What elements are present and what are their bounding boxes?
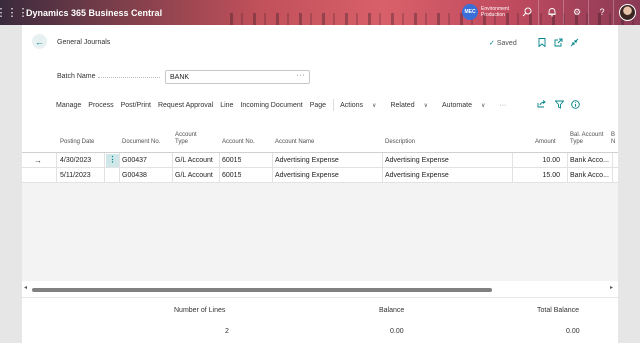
filter-icon[interactable] [554,98,564,110]
more-options-button[interactable]: ··· [499,102,506,109]
app-title[interactable]: Dynamics 365 Business Central [26,8,162,18]
cell-description[interactable]: Advertising Expense [385,168,449,183]
row-menu-icon[interactable]: ⋮ [106,154,119,167]
journal-lines-grid: Posting Date Document No. Account Type Ac… [22,129,618,183]
totals-footer: Number of Lines 2 Balance 0.00 Total Bal… [22,297,618,343]
cell-account-type[interactable]: G/L Account [175,153,213,168]
cell-account-no[interactable]: 60015 [222,168,241,183]
total-balance-label: Total Balance [537,307,580,314]
balance-value: 0.00 [390,328,404,335]
avatar[interactable] [619,4,636,21]
info-icon[interactable] [570,98,580,110]
help-icon[interactable]: ? [595,5,609,19]
chevron-down-icon: ∨ [423,102,428,109]
page-title: General Journals [57,39,111,46]
row-arrow-icon: → [34,156,42,165]
col-account-name[interactable]: Account Name [275,139,314,146]
grid-empty-area [22,183,618,281]
cell-description[interactable]: Advertising Expense [385,153,449,168]
cell-document-no[interactable]: G00437 [122,153,147,168]
menu-actions[interactable]: Actions ∨ [340,102,383,109]
grid-header: Posting Date Document No. Account Type Ac… [22,129,618,153]
scroll-left-icon[interactable]: ◂ [24,284,27,291]
chevron-down-icon: ∨ [372,102,377,109]
cell-bal-account-type[interactable]: Bank Acco... [570,153,612,168]
batch-name-label: Batch Name [57,73,96,80]
cell-amount[interactable]: 10.00 [515,153,560,168]
collapse-icon[interactable] [569,37,579,47]
col-document-no[interactable]: Document No. [122,139,160,146]
number-of-lines-label: Number of Lines [174,307,226,314]
menu-related[interactable]: Related ∨ [390,102,435,109]
col-posting-date[interactable]: Posting Date [60,139,94,146]
top-bar: ⋮⋮⋮ Dynamics 365 Business Central MEC En… [0,0,640,25]
action-post-print[interactable]: Post/Print [121,102,151,109]
table-row[interactable]: → 4/30/2023 ⋮ G00437 G/L Account 60015 A… [22,153,618,168]
cell-bal-account-type[interactable]: Bank Acco... [570,168,612,183]
cell-posting-date[interactable]: 4/30/2023 [60,153,91,168]
share-icon[interactable] [536,98,546,110]
action-incoming-document[interactable]: Incoming Document [240,102,302,109]
balance-label: Balance [379,307,405,314]
checkmark-icon: ✓ [489,40,495,47]
col-description[interactable]: Description [385,139,415,146]
bookmark-icon[interactable] [537,37,547,47]
col-bal-account-type[interactable]: Bal. Account Type [570,132,603,146]
general-journals-page: ← General Journals ✓ Saved Batch Name BAN… [22,25,618,343]
number-of-lines-value: 2 [225,328,229,335]
gear-icon[interactable]: ⚙ [570,5,584,19]
cell-account-no[interactable]: 60015 [222,153,241,168]
cell-document-no[interactable]: G00438 [122,168,147,183]
action-manage[interactable]: Manage [56,102,81,109]
col-bal-account-no[interactable]: BN [611,132,615,146]
table-row[interactable]: 5/11/2023 G00438 G/L Account 60015 Adver… [22,168,618,183]
back-arrow-icon[interactable]: ← [32,34,47,49]
search-icon[interactable] [520,5,534,19]
action-bar: Manage Process Post/Print Request Approv… [56,96,513,114]
cell-posting-date[interactable]: 5/11/2023 [60,168,91,183]
col-account-no[interactable]: Account No. [222,139,255,146]
total-balance-value: 0.00 [566,328,580,335]
menu-automate[interactable]: Automate ∨ [442,102,492,109]
batch-lookup-button[interactable]: ··· [297,72,306,79]
environment-info[interactable]: MEC Environment Production [462,4,509,20]
action-line[interactable]: Line [220,102,233,109]
environment-name: Production [481,12,505,18]
cell-account-name[interactable]: Advertising Expense [275,153,339,168]
chevron-down-icon: ∨ [480,102,486,109]
cell-account-type[interactable]: G/L Account [175,168,213,183]
horizontal-scrollbar[interactable] [32,288,492,292]
bell-icon[interactable] [545,5,559,19]
app-launcher-icon[interactable]: ⋮⋮⋮ [0,0,29,25]
col-account-type[interactable]: Account Type [175,132,197,146]
batch-name-field[interactable]: BANK ··· [165,70,310,84]
open-new-icon[interactable] [553,37,563,47]
action-page[interactable]: Page [310,102,326,109]
saved-status: ✓ Saved [489,40,517,47]
action-process[interactable]: Process [88,102,113,109]
environment-badge: MEC [462,4,478,20]
col-amount[interactable]: Amount [535,139,556,146]
cell-account-name[interactable]: Advertising Expense [275,168,339,183]
action-request-approval[interactable]: Request Approval [158,102,213,109]
cell-amount[interactable]: 15.00 [515,168,560,183]
scroll-right-icon[interactable]: ▸ [610,284,613,291]
